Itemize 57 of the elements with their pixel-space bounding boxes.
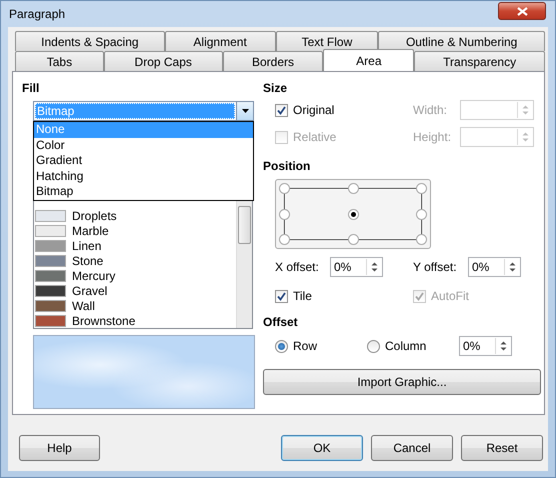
- field-label: Height:: [413, 129, 452, 146]
- spin-field[interactable]: 0%: [468, 257, 521, 277]
- list-item[interactable]: Linen: [34, 238, 236, 253]
- tab[interactable]: Borders: [222, 51, 324, 71]
- dropdown-option[interactable]: Gradient: [34, 153, 253, 169]
- tab[interactable]: Drop Caps: [104, 51, 223, 71]
- radio-button[interactable]: [275, 340, 288, 352]
- dialog-button[interactable]: OK: [281, 435, 363, 461]
- spin-field[interactable]: 0%: [330, 257, 383, 277]
- checkbox-label: Original: [293, 102, 334, 119]
- checkbox-label: Tile: [293, 288, 312, 305]
- dropdown-option[interactable]: Bitmap: [34, 184, 253, 200]
- tab[interactable]: Indents & Spacing: [15, 31, 165, 51]
- dropdown-option[interactable]: Hatching: [34, 168, 253, 184]
- checkbox[interactable]: [275, 104, 288, 116]
- dropdown-option[interactable]: Color: [34, 138, 253, 154]
- tab[interactable]: Area: [323, 49, 414, 71]
- radio-button[interactable]: [367, 340, 380, 352]
- close-icon: [516, 6, 528, 16]
- radio-label: Row: [293, 338, 318, 355]
- section-heading: Fill: [22, 80, 40, 96]
- section-heading: Position: [263, 158, 312, 174]
- spin-arrows-icon: [522, 104, 528, 116]
- tab[interactable]: Alignment: [164, 31, 276, 51]
- tab[interactable]: Outline & Numbering: [378, 31, 546, 51]
- list-item[interactable]: Wall: [34, 298, 236, 313]
- field-label: X offset:: [275, 259, 320, 276]
- spin-arrows-icon: [370, 261, 378, 273]
- section-heading: Offset: [263, 314, 299, 330]
- checkbox[interactable]: [275, 290, 288, 302]
- list-item[interactable]: Brownstone: [34, 313, 236, 328]
- dialog-button[interactable]: Reset: [461, 435, 543, 461]
- field-label: Y offset:: [413, 259, 458, 276]
- spin-arrows-icon: [508, 261, 516, 273]
- spin-field[interactable]: 0%: [459, 336, 512, 356]
- spin-arrows-icon: [500, 340, 506, 352]
- list-item[interactable]: Stone: [34, 253, 236, 268]
- import-graphic-button[interactable]: Import Graphic...: [263, 369, 541, 395]
- help-button[interactable]: Help: [19, 435, 100, 461]
- spin-arrows-icon: [522, 131, 528, 143]
- list-item[interactable]: Droplets: [34, 208, 236, 223]
- tab[interactable]: Transparency: [414, 51, 545, 71]
- radio-label: Column: [385, 338, 426, 355]
- list-item[interactable]: Marble: [34, 223, 236, 238]
- list-item[interactable]: Gravel: [34, 283, 236, 298]
- field-label: Width:: [413, 102, 448, 119]
- window-title: Paragraph: [8, 6, 66, 23]
- tab[interactable]: Tabs: [15, 51, 104, 71]
- checkbox-label: Relative: [293, 129, 336, 146]
- tab[interactable]: Text Flow: [276, 31, 378, 51]
- dropdown-arrow-icon: [242, 109, 248, 113]
- dialog-button[interactable]: Cancel: [371, 435, 453, 461]
- close-button[interactable]: [498, 2, 546, 20]
- position-point[interactable]: [348, 208, 358, 220]
- section-heading: Size: [263, 80, 288, 96]
- checkbox-label: AutoFit: [431, 288, 470, 305]
- list-item[interactable]: Mercury: [34, 268, 236, 283]
